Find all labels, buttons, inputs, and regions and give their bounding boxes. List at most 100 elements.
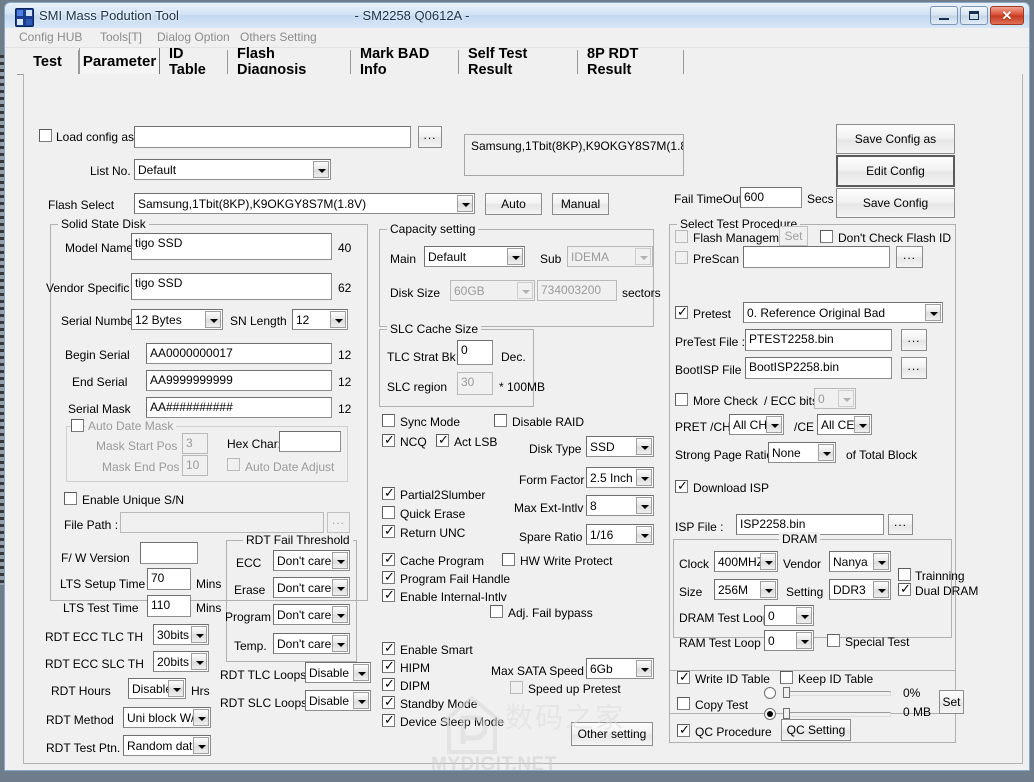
end-serial-input[interactable]: AA9999999999	[146, 370, 332, 391]
special-test-checkbox[interactable]	[827, 634, 840, 647]
rdt-test-ptn-combo[interactable]: Random data	[123, 735, 211, 756]
rdt-ecc-slc-th-combo[interactable]: 20bits	[153, 651, 209, 672]
pretest-checkbox[interactable]: ✓	[675, 306, 688, 319]
dram-clock-combo[interactable]: 400MHZ	[714, 551, 778, 572]
chevron-down-icon[interactable]	[193, 709, 209, 726]
menu-item-config-hub[interactable]: Config HUB	[19, 30, 82, 44]
chevron-down-icon[interactable]	[205, 311, 221, 328]
tab-8p-rdt-result[interactable]: 8P RDT Result	[578, 46, 684, 78]
chevron-down-icon[interactable]	[353, 692, 369, 709]
dual-dram-checkbox[interactable]: ✓	[898, 583, 911, 596]
load-config-as-checkbox[interactable]	[39, 129, 52, 142]
dipm-checkbox[interactable]: ✓	[382, 678, 395, 691]
close-button[interactable]: ✕	[990, 6, 1024, 25]
chevron-down-icon[interactable]	[796, 607, 812, 624]
dram-setting-combo[interactable]: DDR3	[829, 579, 891, 600]
file-path-browse-button[interactable]: ...	[327, 512, 350, 533]
tab-mark-bad-info[interactable]: Mark BAD Info	[351, 46, 459, 78]
dont-check-flash-id-checkbox[interactable]	[820, 230, 833, 243]
auto-button[interactable]: Auto	[485, 193, 542, 215]
chevron-down-icon[interactable]	[353, 664, 369, 681]
speed-up-pretest-checkbox[interactable]	[510, 681, 523, 694]
disable-raid-checkbox[interactable]	[494, 414, 507, 427]
pretest-file-browse-button[interactable]: ...	[901, 329, 927, 351]
enable-unique-sn-checkbox[interactable]	[64, 492, 77, 505]
ncq-checkbox[interactable]: ✓	[382, 434, 395, 447]
rdt-ecc-tlc-th-combo[interactable]: 30bits	[153, 624, 209, 645]
save-config-as-button[interactable]: Save Config as	[836, 124, 955, 154]
max-ext-intlv-combo[interactable]: 8	[586, 495, 654, 516]
download-isp-checkbox[interactable]: ✓	[675, 480, 688, 493]
program-fail-handle-checkbox[interactable]: ✓	[382, 571, 395, 584]
minimize-button[interactable]	[930, 6, 958, 25]
copy-test-slider-top[interactable]	[783, 687, 891, 698]
tab-parameter[interactable]: Parameter	[79, 48, 160, 74]
keep-id-table-checkbox[interactable]	[780, 671, 793, 684]
manual-button[interactable]: Manual	[552, 193, 609, 215]
chevron-down-icon[interactable]	[330, 311, 346, 328]
pretest-combo[interactable]: 0. Reference Original Bad	[743, 302, 943, 323]
flash-management-checkbox[interactable]	[675, 230, 688, 243]
fw-version-input[interactable]	[140, 542, 198, 564]
rdt-erase-combo[interactable]: Don't care	[273, 577, 350, 598]
lts-setup-time-input[interactable]: 70	[147, 568, 191, 590]
chevron-down-icon[interactable]	[168, 680, 184, 697]
flash-select-combo[interactable]: Samsung,1Tbit(8KP),K9OKGY8S7M(1.8V)	[134, 193, 475, 214]
tab-test[interactable]: Test	[17, 50, 79, 74]
begin-serial-input[interactable]: AA0000000017	[146, 343, 332, 364]
menu-item-others-setting[interactable]: Others Setting	[240, 30, 317, 44]
chevron-down-icon[interactable]	[873, 553, 889, 570]
list-no-combo[interactable]: Default	[134, 159, 331, 180]
dram-vendor-combo[interactable]: Nanya	[829, 551, 891, 572]
sn-length-combo[interactable]: 12	[292, 309, 348, 330]
enable-smart-checkbox[interactable]: ✓	[382, 642, 395, 655]
rdt-tlc-loops-combo[interactable]: Disable	[305, 662, 371, 683]
hipm-checkbox[interactable]: ✓	[382, 660, 395, 673]
fail-timeout-input[interactable]: 600	[740, 187, 802, 208]
rdt-ecc-combo[interactable]: Don't care	[273, 550, 350, 571]
chevron-down-icon[interactable]	[191, 626, 207, 643]
dram-size-combo[interactable]: 256M	[714, 579, 778, 600]
copy-test-radio-top[interactable]	[764, 687, 776, 699]
chevron-down-icon[interactable]	[925, 304, 941, 321]
rdt-temp-combo[interactable]: Don't care	[273, 633, 350, 654]
form-factor-combo[interactable]: 2.5 Inch	[586, 467, 654, 488]
lts-test-time-input[interactable]: 110	[147, 595, 191, 617]
pret-ch-combo[interactable]: All CH	[729, 414, 784, 435]
menu-item-dialog-option[interactable]: Dialog Option	[157, 30, 230, 44]
serial-number-combo[interactable]: 12 Bytes	[131, 309, 223, 330]
dram-test-loop-combo[interactable]: 0	[764, 605, 814, 626]
more-check-checkbox[interactable]	[675, 393, 688, 406]
chevron-down-icon[interactable]	[457, 195, 473, 212]
chevron-down-icon[interactable]	[760, 581, 776, 598]
chevron-down-icon[interactable]	[760, 553, 776, 570]
copy-test-slider-bottom[interactable]	[783, 708, 891, 719]
prescan-input[interactable]	[743, 246, 890, 268]
bootisp-file-input[interactable]: BootISP2258.bin	[745, 357, 892, 379]
chevron-down-icon[interactable]	[818, 444, 834, 461]
strong-page-ratio-combo[interactable]: None	[768, 442, 836, 463]
chevron-down-icon[interactable]	[636, 438, 652, 455]
chevron-down-icon[interactable]	[636, 526, 652, 543]
trainning-checkbox[interactable]	[898, 568, 911, 581]
tab-flash-diagnosis[interactable]: Flash Diagnosis	[228, 46, 351, 78]
copy-test-set-button[interactable]: Set	[939, 690, 964, 714]
tab-id-table[interactable]: ID Table	[160, 46, 228, 78]
chevron-down-icon[interactable]	[854, 416, 870, 433]
ce-combo[interactable]: All CE	[817, 414, 872, 435]
act-lsb-checkbox[interactable]: ✓	[436, 434, 449, 447]
rdt-program-combo[interactable]: Don't care	[273, 604, 350, 625]
qc-procedure-checkbox[interactable]: ✓	[677, 724, 690, 737]
copy-test-radio-bottom[interactable]	[764, 708, 776, 720]
maximize-button[interactable]	[960, 6, 988, 25]
model-name-input[interactable]: tigo SSD	[131, 233, 332, 260]
other-setting-button[interactable]: Other setting	[571, 722, 653, 746]
serial-mask-input[interactable]: AA##########	[146, 397, 332, 418]
ram-test-loop-combo[interactable]: 0	[764, 630, 814, 651]
max-sata-speed-combo[interactable]: 6Gb	[586, 658, 654, 679]
vendor-specific-input[interactable]: tigo SSD	[131, 273, 332, 300]
auto-date-mask-checkbox[interactable]	[71, 419, 84, 432]
chevron-down-icon[interactable]	[332, 635, 348, 652]
prescan-checkbox[interactable]	[675, 251, 688, 264]
rdt-hours-combo[interactable]: Disable	[128, 678, 186, 699]
